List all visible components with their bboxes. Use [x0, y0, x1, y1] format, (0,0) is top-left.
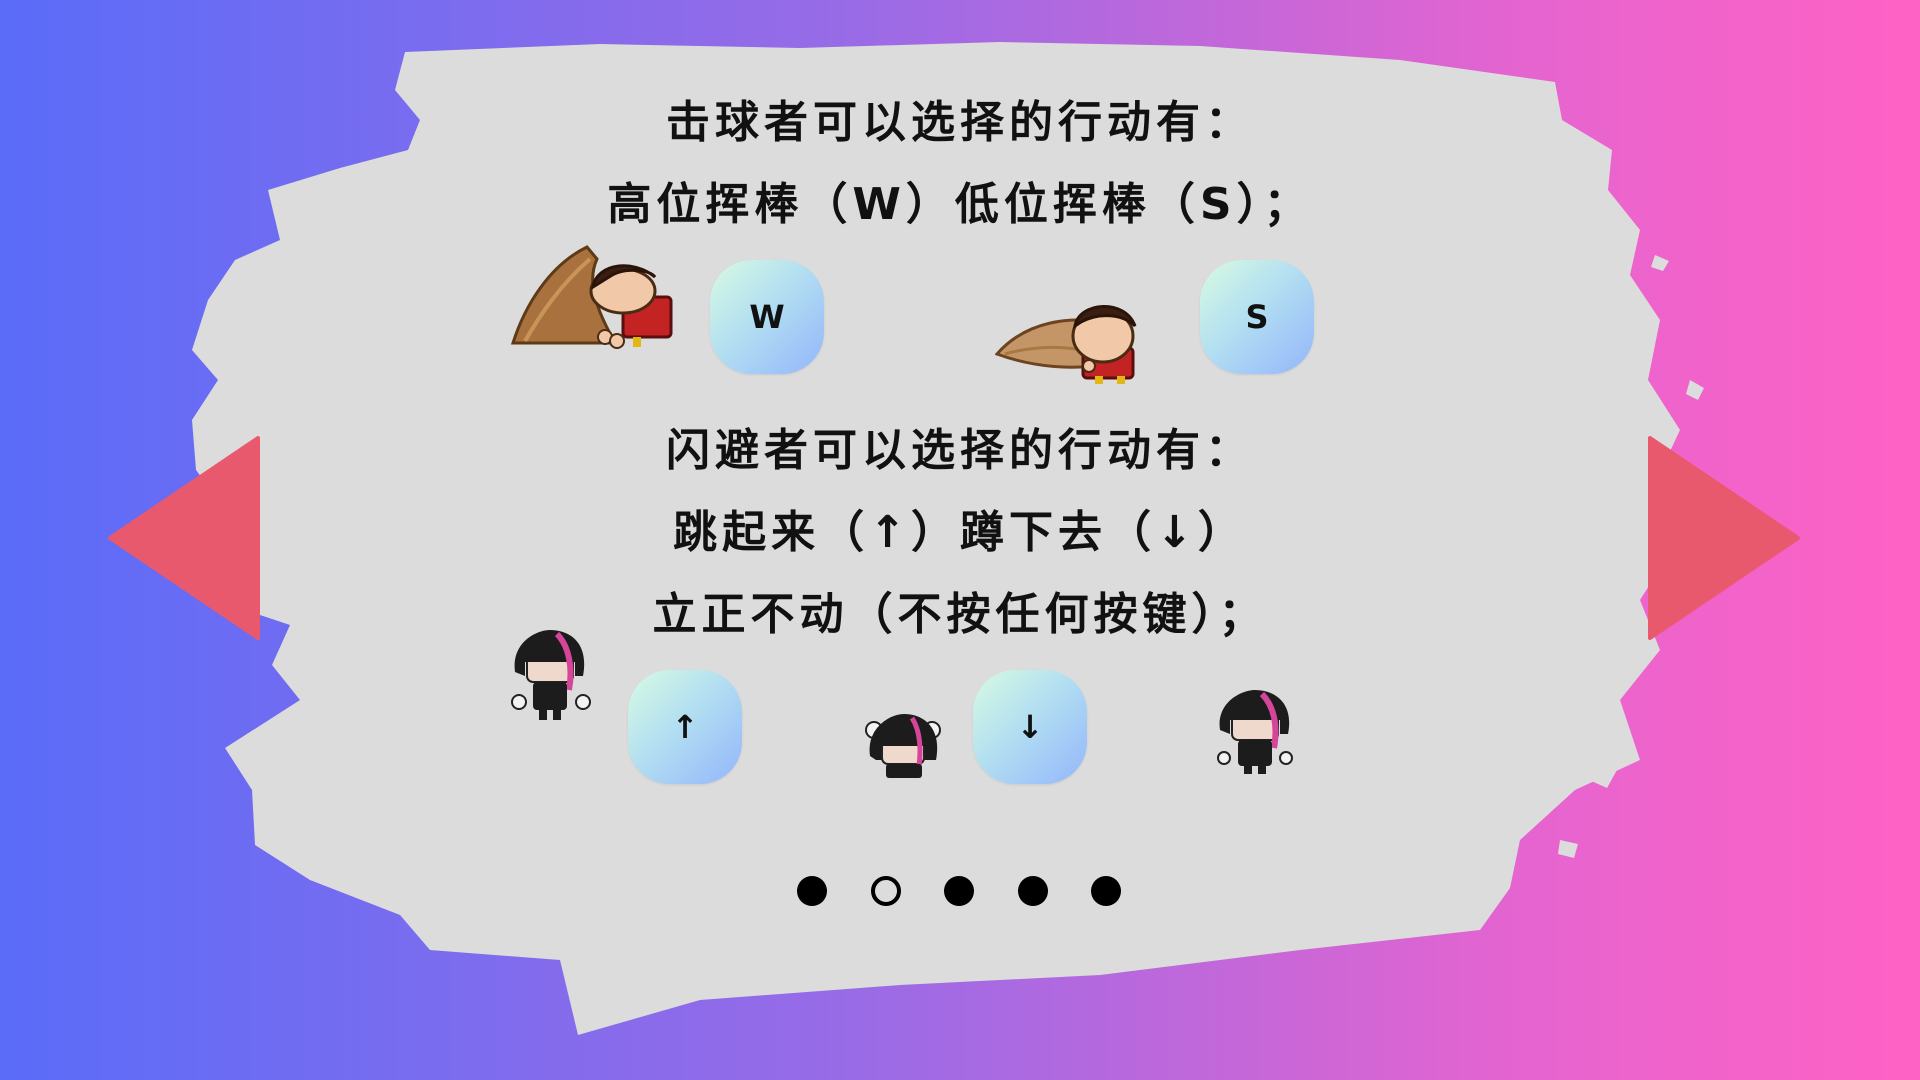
page-dot-2-current[interactable] — [871, 876, 901, 906]
up-arrow-key-button[interactable]: ↑ — [628, 670, 742, 784]
dodger-stand-sprite — [1217, 690, 1293, 774]
down-arrow-key-button[interactable]: ↓ — [973, 670, 1087, 784]
dodger-jump-sprite — [511, 630, 591, 720]
prev-slide-arrow[interactable] — [108, 436, 260, 640]
w-key-button[interactable]: W — [710, 260, 824, 374]
hitter-high-swing-sprite — [510, 245, 673, 349]
s-key-button[interactable]: S — [1200, 260, 1314, 374]
hitter-low-swing-sprite — [995, 305, 1137, 384]
page-dot-1[interactable] — [797, 876, 827, 906]
hitter-heading: 击球者可以选择的行动有： — [666, 97, 1254, 148]
dodger-actions-line-1: 跳起来（↑）蹲下去（↓） — [673, 507, 1247, 558]
page-dot-3[interactable] — [944, 876, 974, 906]
hitter-actions: 高位挥棒（W）低位挥棒（S）； — [607, 179, 1313, 230]
dodger-heading: 闪避者可以选择的行动有： — [666, 425, 1254, 476]
dodger-actions-line-2: 立正不动（不按任何按键）； — [652, 589, 1268, 640]
page-dot-5[interactable] — [1091, 876, 1121, 906]
next-slide-arrow[interactable] — [1648, 436, 1800, 640]
triangle-right-icon — [1648, 436, 1800, 640]
triangle-left-icon — [108, 436, 260, 640]
dodger-crouch-sprite — [865, 714, 941, 778]
page-dot-4[interactable] — [1018, 876, 1048, 906]
